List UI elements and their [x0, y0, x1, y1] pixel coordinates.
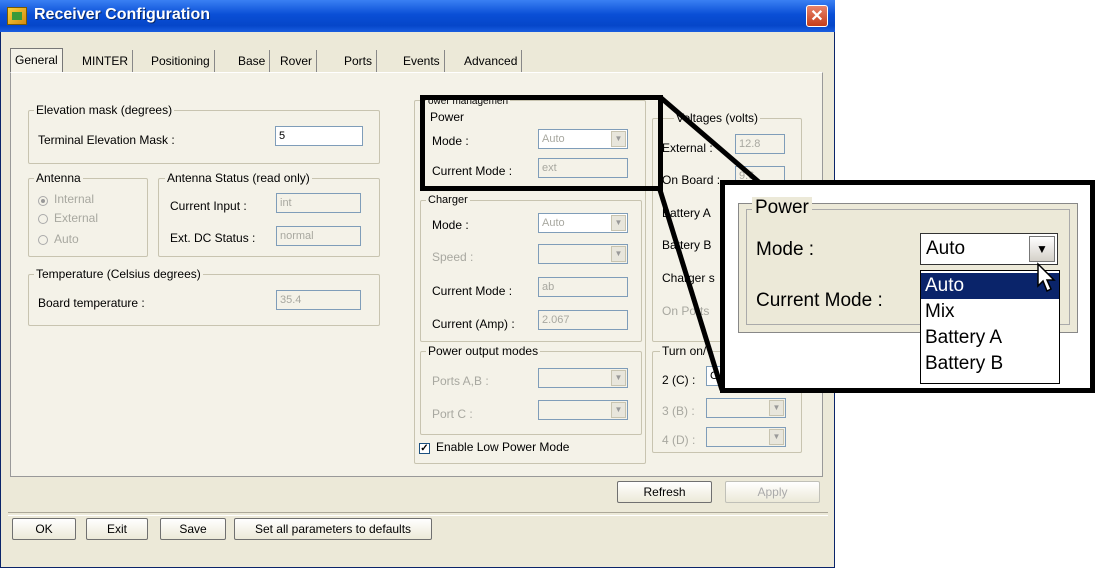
- zoom-power-title: Power: [752, 197, 812, 219]
- callout-line-top: [658, 95, 762, 185]
- zoom-current-mode-label: Current Mode :: [756, 290, 883, 311]
- zoom-mode-value: Auto: [926, 238, 966, 259]
- dropdown-option-mix[interactable]: Mix: [921, 299, 1059, 325]
- dropdown-option-battery-b[interactable]: Battery B: [921, 351, 1059, 377]
- zoom-mode-select[interactable]: Auto ▼: [920, 233, 1058, 265]
- chevron-down-icon[interactable]: ▼: [1029, 236, 1055, 262]
- dropdown-option-battery-a[interactable]: Battery A: [921, 325, 1059, 351]
- zoom-mode-label: Mode :: [756, 239, 815, 260]
- callout-line-bottom: [657, 189, 725, 391]
- mouse-cursor-icon: [1037, 262, 1056, 293]
